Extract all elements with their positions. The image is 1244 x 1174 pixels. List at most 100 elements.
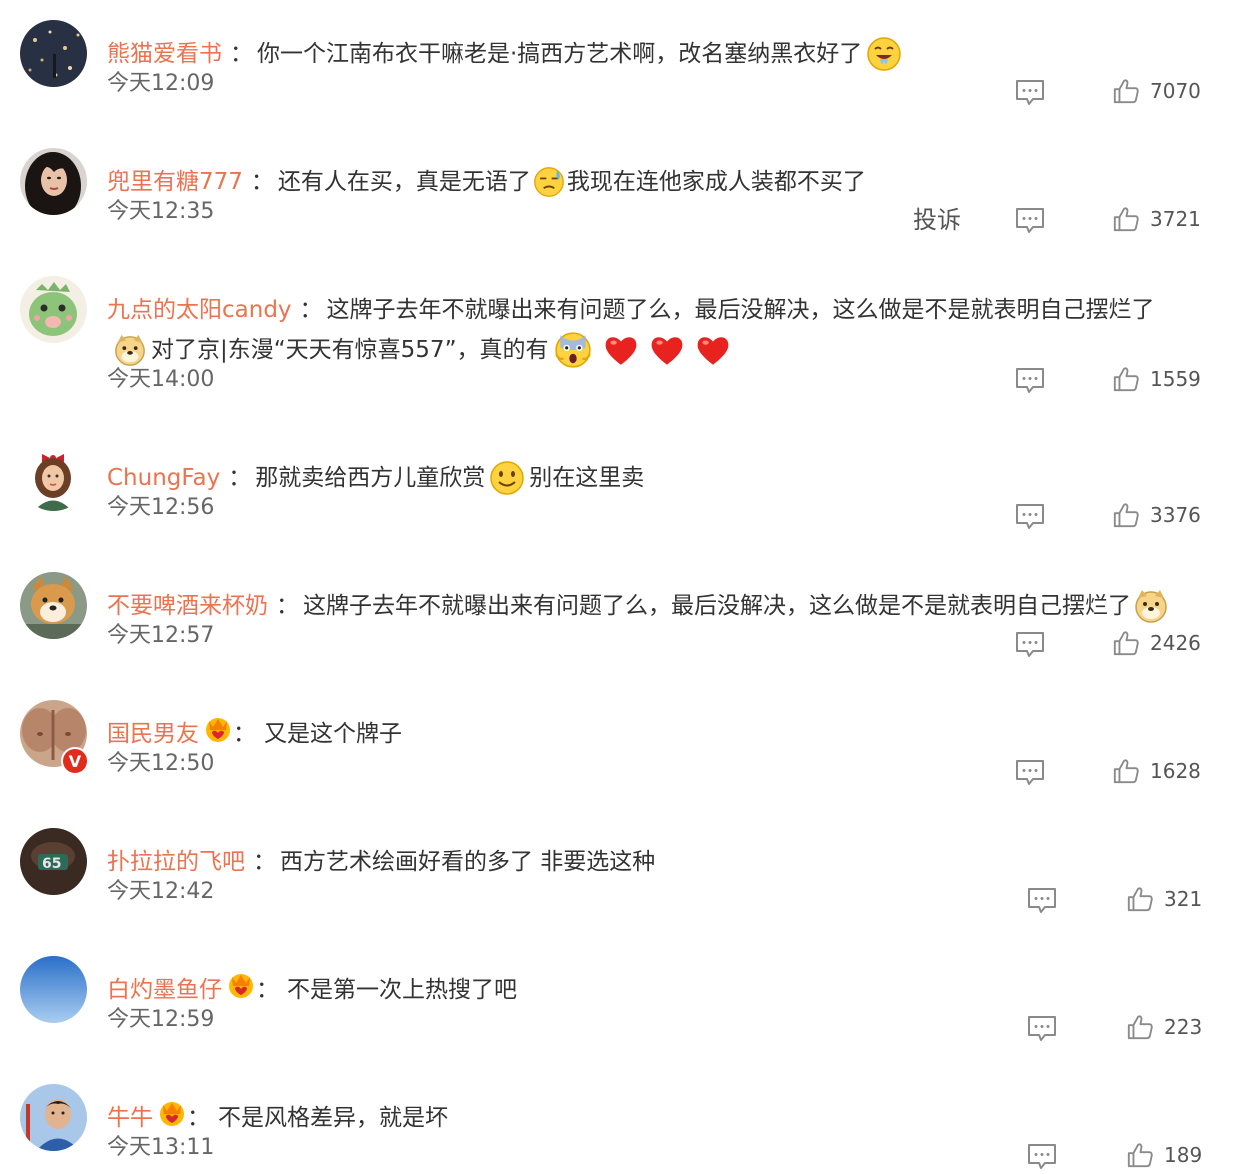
crown-badge-icon: [226, 969, 256, 1012]
username-link[interactable]: 九点的太阳candy: [107, 290, 292, 330]
comment-text: 这牌子去年不就曝出来有问题了么，最后没解决，这么做是不是就表明自己摆烂了: [326, 297, 1155, 323]
user-avatar[interactable]: [20, 20, 87, 87]
comment-time: 今天12:50: [107, 751, 215, 776]
thumbs-up-icon: [1126, 885, 1154, 913]
like-count: 7070: [1150, 79, 1201, 103]
colon-separator: ：: [250, 169, 274, 195]
comment-time: 今天12:09: [107, 71, 215, 96]
sweat-face-emoji: [533, 166, 565, 198]
comment-item: 兜里有糖777 ： 还有人在买，真是无语了 我现在连他家成人装都不买了 今天12…: [0, 148, 1244, 276]
smile-face-emoji: [489, 460, 525, 496]
comment-time: 今天12:57: [107, 623, 215, 648]
comment-time: 今天12:56: [107, 495, 215, 520]
comment-text: 你一个江南布衣干嘛老是·搞西方艺术啊，改名塞纳黑衣好了: [257, 41, 863, 67]
like-button[interactable]: 3376: [1112, 498, 1201, 532]
like-button[interactable]: 2426: [1112, 626, 1201, 660]
reply-icon[interactable]: [1014, 366, 1046, 396]
dark-photo-avatar: 65: [20, 828, 87, 895]
doge-emoji: [1133, 588, 1169, 624]
comment-line: 熊猫爱看书 ： 你一个江南布衣干嘛老是·搞西方艺术啊，改名塞纳黑衣好了: [107, 34, 902, 74]
like-count: 2426: [1150, 631, 1201, 655]
man-portrait-avatar: [20, 1084, 87, 1151]
blue-sky-avatar: [20, 956, 87, 1023]
comment-item: 不要啤酒来杯奶 ： 这牌子去年不就曝出来有问题了么，最后没解决，这么做是不是就表…: [0, 572, 1244, 700]
user-avatar[interactable]: [20, 572, 87, 639]
user-avatar[interactable]: [20, 148, 87, 215]
like-count: 3376: [1150, 503, 1201, 527]
heart-emoji: [694, 331, 732, 369]
thumbs-up-icon: [1126, 1013, 1154, 1041]
thumbs-up-icon: [1112, 365, 1140, 393]
like-count: 1559: [1150, 367, 1201, 391]
svg-text:65: 65: [42, 856, 61, 872]
thumbs-up-icon: [1126, 1141, 1154, 1169]
like-count: 3721: [1150, 207, 1201, 231]
like-count: 189: [1164, 1143, 1203, 1167]
comment-item: 九点的太阳candy ： 这牌子去年不就曝出来有问题了么，最后没解决，这么做是不…: [0, 276, 1244, 436]
drooling-face-emoji: [866, 36, 902, 72]
reply-icon[interactable]: [1014, 78, 1046, 108]
reply-icon[interactable]: [1026, 1014, 1058, 1044]
like-button[interactable]: 1559: [1112, 362, 1201, 396]
user-avatar[interactable]: [20, 956, 87, 1023]
shocked-face-emoji: [554, 331, 592, 369]
heart-emoji: [648, 331, 686, 369]
colon-separator: ：: [256, 977, 279, 1003]
reply-icon[interactable]: [1014, 758, 1046, 788]
shiba-dog-avatar: [20, 572, 87, 639]
comment-time: 今天14:00: [107, 367, 215, 392]
like-count: 223: [1164, 1015, 1203, 1039]
user-avatar[interactable]: 65: [20, 828, 87, 895]
colon-separator: ：: [228, 465, 252, 491]
reply-icon[interactable]: [1014, 206, 1046, 236]
report-button[interactable]: 投诉: [913, 200, 961, 235]
colon-separator: ：: [230, 41, 253, 67]
comment-line: 兜里有糖777 ： 还有人在买，真是无语了 我现在连他家成人装都不买了: [107, 162, 866, 202]
like-count: 321: [1164, 887, 1203, 911]
like-button[interactable]: 223: [1126, 1010, 1202, 1044]
girl-with-bow-avatar: [20, 444, 87, 511]
reply-icon[interactable]: [1026, 1142, 1058, 1172]
user-avatar[interactable]: [20, 444, 87, 511]
green-dinosaur-avatar: [20, 276, 87, 343]
comment-item: 熊猫爱看书 ： 你一个江南布衣干嘛老是·搞西方艺术啊，改名塞纳黑衣好了 今天12…: [0, 20, 1244, 148]
user-avatar[interactable]: [20, 1084, 87, 1151]
reply-icon[interactable]: [1014, 630, 1046, 660]
comment-time: 今天13:11: [107, 1135, 215, 1160]
comment-time: 今天12:42: [107, 879, 215, 904]
like-button[interactable]: 1628: [1112, 754, 1201, 788]
like-count: 1628: [1150, 759, 1201, 783]
woman-portrait-avatar: [20, 148, 87, 215]
colon-separator: ：: [253, 849, 276, 875]
comment-text: 别在这里卖: [529, 465, 645, 491]
reply-icon[interactable]: [1026, 886, 1058, 916]
colon-separator: ：: [276, 593, 299, 619]
comment-time: 今天12:59: [107, 1007, 215, 1032]
colon-separator: ：: [299, 297, 323, 323]
like-button[interactable]: 7070: [1112, 74, 1201, 108]
comment-text: 还有人在买，真是无语了: [277, 169, 531, 195]
reply-icon[interactable]: [1014, 502, 1046, 532]
colon-separator: ：: [233, 721, 256, 747]
like-button[interactable]: 321: [1126, 882, 1202, 916]
comment-text: 我现在连他家成人装都不买了: [566, 169, 866, 195]
comment-line: 九点的太阳candy ： 这牌子去年不就曝出来有问题了么，最后没解决，这么做是不…: [107, 290, 1155, 330]
like-button[interactable]: 189: [1126, 1138, 1202, 1172]
comment-item: 牛牛 ： 不是风格差异，就是坏 今天13:11 189: [0, 1084, 1244, 1174]
comment-text: 那就卖给西方儿童欣赏: [255, 465, 486, 491]
comment-text: 西方艺术绘画好看的多了 非要选这种: [280, 849, 656, 875]
thumbs-up-icon: [1112, 757, 1140, 785]
comment-text: 不是风格差异，就是坏: [218, 1105, 448, 1131]
verified-badge: V: [61, 747, 89, 775]
comment-item: V 国民男友 ： 又是这个牌子 今天12:50 1628: [0, 700, 1244, 828]
comment-item: 65 扑拉拉的飞吧 ： 西方艺术绘画好看的多了 非要选这种 今天12:42 32…: [0, 828, 1244, 956]
like-button[interactable]: 3721: [1112, 202, 1201, 236]
comment-list: 熊猫爱看书 ： 你一个江南布衣干嘛老是·搞西方艺术啊，改名塞纳黑衣好了 今天12…: [0, 0, 1244, 1174]
heart-emoji: [602, 331, 640, 369]
thumbs-up-icon: [1112, 205, 1140, 233]
comment-time: 今天12:35: [107, 199, 215, 224]
user-avatar[interactable]: [20, 276, 87, 343]
comment-line: 不要啤酒来杯奶 ： 这牌子去年不就曝出来有问题了么，最后没解决，这么做是不是就表…: [107, 586, 1169, 626]
night-city-avatar: [20, 20, 87, 87]
comment-item: 白灼墨鱼仔 ： 不是第一次上热搜了吧 今天12:59 223: [0, 956, 1244, 1084]
